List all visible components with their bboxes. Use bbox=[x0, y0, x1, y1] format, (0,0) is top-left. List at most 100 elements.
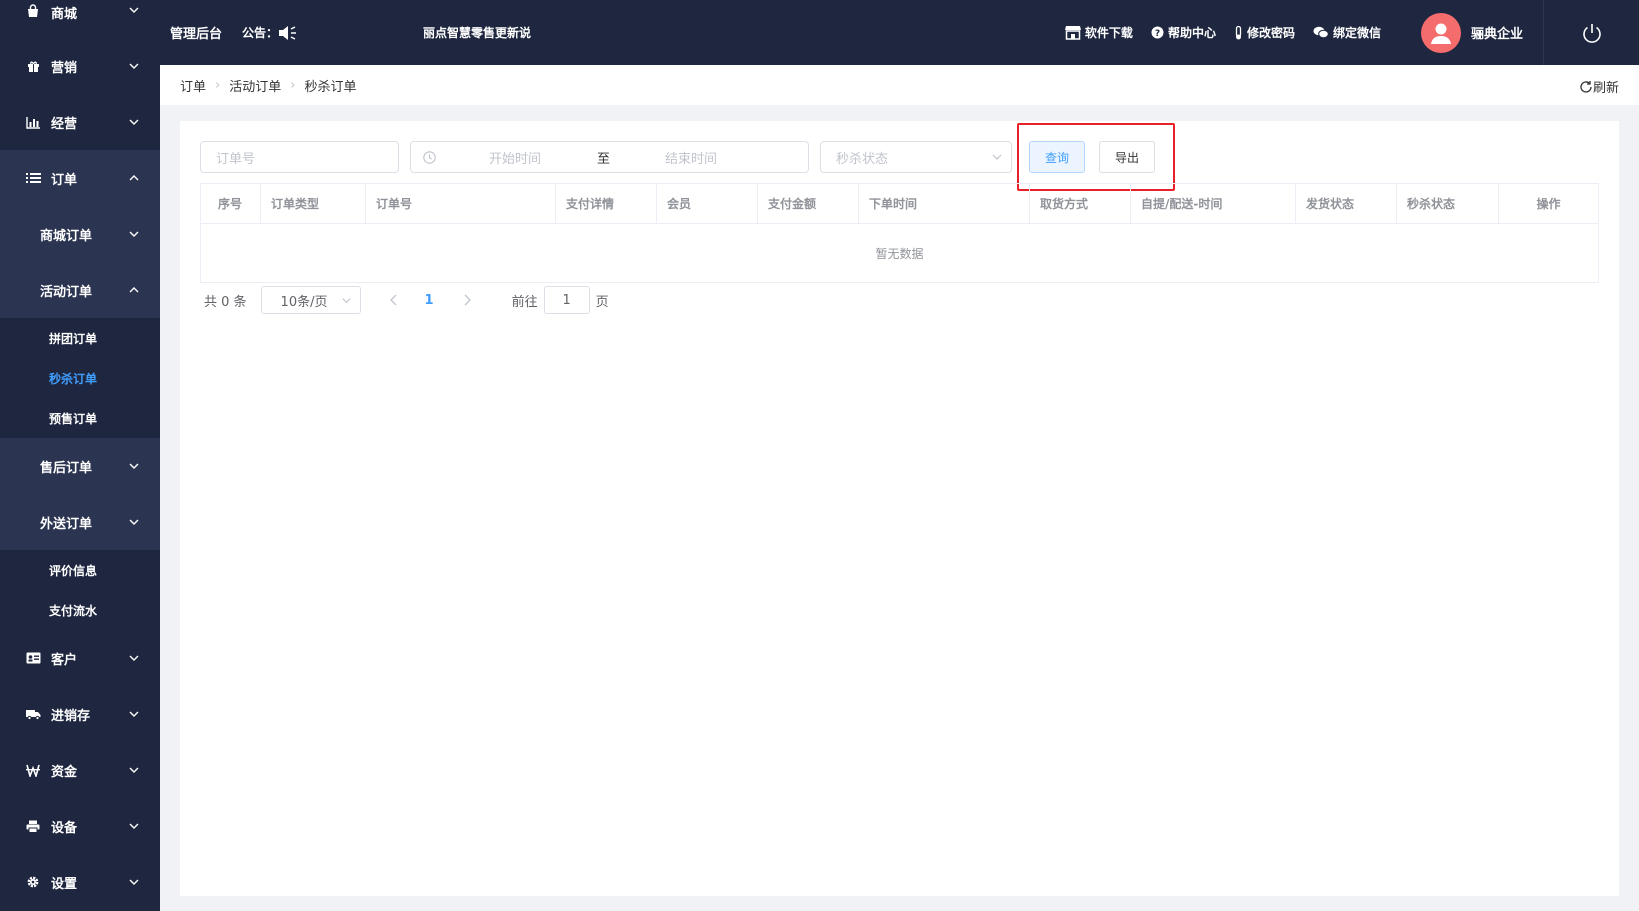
thermometer-icon bbox=[1235, 25, 1242, 39]
chevron-down-icon bbox=[129, 767, 139, 773]
svg-text:?: ? bbox=[1155, 29, 1160, 39]
user-icon bbox=[1430, 23, 1451, 44]
order-number-placeholder: 订单号 bbox=[216, 151, 256, 167]
link-label: 帮助中心 bbox=[1167, 26, 1216, 40]
sidebar-item-label: 拼团订单 bbox=[49, 331, 98, 346]
sidebar-item-reviews[interactable]: 评价信息 bbox=[0, 550, 160, 590]
sidebar-item-label: 客户 bbox=[51, 652, 78, 668]
sidebar-item-activity-orders[interactable]: 活动订单 bbox=[0, 262, 160, 318]
breadcrumb-item-orders[interactable]: 订单 bbox=[180, 76, 206, 95]
question-circle-icon: ? bbox=[1151, 26, 1164, 39]
avatar[interactable] bbox=[1420, 12, 1461, 53]
goto-page: 前往 1 页 bbox=[512, 286, 609, 314]
sidebar-item-operations[interactable]: 经营 bbox=[0, 94, 160, 150]
sidebar-item-flash-sale-orders[interactable]: 秒杀订单 bbox=[0, 358, 160, 398]
column-header: 操作 bbox=[1536, 197, 1561, 211]
chevron-down-icon bbox=[129, 231, 139, 237]
top-bar: 管理后台 公告： 丽点智慧零售更新说 软件下载 ? 帮助中心 修改密码 绑定微信… bbox=[160, 0, 1639, 65]
sidebar-item-inventory[interactable]: 进销存 bbox=[0, 686, 160, 742]
page-suffix: 页 bbox=[595, 294, 609, 310]
sidebar-item-delivery-orders[interactable]: 外送订单 bbox=[0, 494, 160, 550]
annotation-highlight-box bbox=[1017, 123, 1175, 191]
order-number-input[interactable]: 订单号 bbox=[200, 141, 399, 173]
sidebar-item-settings[interactable]: 设置 bbox=[0, 854, 160, 910]
sidebar-item-funds[interactable]: 资金 bbox=[0, 742, 160, 798]
page-size-select[interactable]: 10条/页 bbox=[260, 286, 361, 314]
software-download-link[interactable]: 软件下载 bbox=[1064, 24, 1133, 41]
sidebar-item-label: 进销存 bbox=[51, 708, 91, 724]
prev-page-button[interactable] bbox=[387, 294, 401, 306]
company-name[interactable]: 骊典企业 bbox=[1471, 23, 1523, 42]
sidebar-item-presale-orders[interactable]: 预售订单 bbox=[0, 398, 160, 438]
column-header: 取货方式 bbox=[1030, 184, 1131, 223]
chevron-down-icon bbox=[129, 711, 139, 717]
sidebar-item-label: 设备 bbox=[51, 820, 78, 836]
refresh-icon bbox=[1580, 80, 1592, 93]
table-header: 序号 订单类型 订单号 支付详情 会员 支付金额 下单时间 取货方式 自提/配送… bbox=[201, 184, 1598, 224]
sidebar-item-label: 商城 bbox=[51, 7, 78, 22]
printer-icon bbox=[25, 818, 41, 834]
date-range-picker[interactable]: 开始时间 至 结束时间 bbox=[410, 141, 809, 173]
refresh-label: 刷新 bbox=[1592, 81, 1619, 96]
sidebar-item-label: 营销 bbox=[51, 60, 78, 76]
chevron-down-icon bbox=[129, 63, 139, 69]
breadcrumb-item-activity-orders[interactable]: 活动订单 bbox=[229, 76, 281, 95]
column-header: 订单号 bbox=[366, 184, 556, 223]
chevron-up-icon bbox=[129, 175, 139, 181]
column-header: 支付金额 bbox=[758, 184, 859, 223]
sidebar-item-payment-flow[interactable]: 支付流水 bbox=[0, 590, 160, 630]
sidebar-item-label: 外送订单 bbox=[40, 516, 93, 532]
chevron-down-icon bbox=[129, 823, 139, 829]
link-label: 绑定微信 bbox=[1332, 26, 1381, 40]
end-time-placeholder: 结束时间 bbox=[665, 151, 718, 167]
flash-sale-status-select[interactable]: 秒杀状态 bbox=[820, 141, 1012, 173]
sidebar-item-label: 经营 bbox=[51, 116, 78, 132]
won-icon bbox=[25, 762, 41, 778]
sidebar-item-label: 评价信息 bbox=[49, 563, 98, 578]
chevron-down-icon bbox=[129, 7, 139, 13]
sidebar-item-customers[interactable]: 客户 bbox=[0, 630, 160, 686]
chevron-down-icon bbox=[129, 879, 139, 885]
range-separator: 至 bbox=[597, 151, 611, 167]
page-size-value: 10条/页 bbox=[280, 294, 328, 310]
column-header: 订单类型 bbox=[261, 184, 366, 223]
truck-icon bbox=[25, 706, 41, 722]
content-card: 订单号 开始时间 至 结束时间 秒杀状态 查询 导出 序号 订单类型 订单号 支… bbox=[180, 121, 1619, 896]
column-header: 自提/配送-时间 bbox=[1131, 184, 1296, 223]
sidebar-item-orders[interactable]: 订单 bbox=[0, 150, 160, 206]
table-empty-state: 暂无数据 bbox=[875, 246, 924, 261]
goto-page-input[interactable]: 1 bbox=[543, 286, 590, 314]
list-icon bbox=[25, 170, 41, 186]
app-title: 管理后台 bbox=[170, 27, 223, 42]
chevron-down-icon bbox=[129, 463, 139, 469]
status-placeholder: 秒杀状态 bbox=[836, 151, 889, 167]
page-number-1[interactable]: 1 bbox=[425, 293, 434, 308]
sidebar-item-marketing[interactable]: 营销 bbox=[0, 38, 160, 94]
chevron-left-icon bbox=[389, 294, 397, 306]
bag-icon bbox=[25, 3, 41, 19]
link-label: 软件下载 bbox=[1084, 26, 1133, 40]
sidebar-item-mall-orders[interactable]: 商城订单 bbox=[0, 206, 160, 262]
sidebar-item-group-buy-orders[interactable]: 拼团订单 bbox=[0, 318, 160, 358]
sidebar-item-label: 预售订单 bbox=[49, 411, 98, 426]
chevron-up-icon bbox=[129, 287, 139, 293]
speaker-icon bbox=[279, 25, 297, 40]
refresh-button[interactable]: 刷新 bbox=[1579, 77, 1619, 96]
help-center-link[interactable]: ? 帮助中心 bbox=[1151, 24, 1216, 41]
chevron-down-icon bbox=[129, 519, 139, 525]
notice-marquee[interactable]: 丽点智慧零售更新说 bbox=[423, 24, 531, 41]
notice-label: 公告： bbox=[242, 24, 298, 41]
chevron-down-icon bbox=[129, 119, 139, 125]
sidebar-item-label: 售后订单 bbox=[40, 460, 93, 476]
bind-wechat-link[interactable]: 绑定微信 bbox=[1313, 24, 1381, 41]
top-actions: 软件下载 ? 帮助中心 修改密码 绑定微信 骊典企业 bbox=[1064, 0, 1639, 65]
column-header: 发货状态 bbox=[1296, 184, 1397, 223]
change-password-link[interactable]: 修改密码 bbox=[1234, 24, 1295, 41]
sidebar-item-devices[interactable]: 设备 bbox=[0, 798, 160, 854]
gear-icon bbox=[25, 874, 41, 890]
next-page-button[interactable] bbox=[460, 294, 474, 306]
sidebar-item-label: 活动订单 bbox=[40, 284, 93, 300]
sidebar-item-mall[interactable]: 商城 bbox=[0, 0, 160, 22]
logout-button[interactable] bbox=[1543, 0, 1639, 65]
sidebar-item-after-sale-orders[interactable]: 售后订单 bbox=[0, 438, 160, 494]
